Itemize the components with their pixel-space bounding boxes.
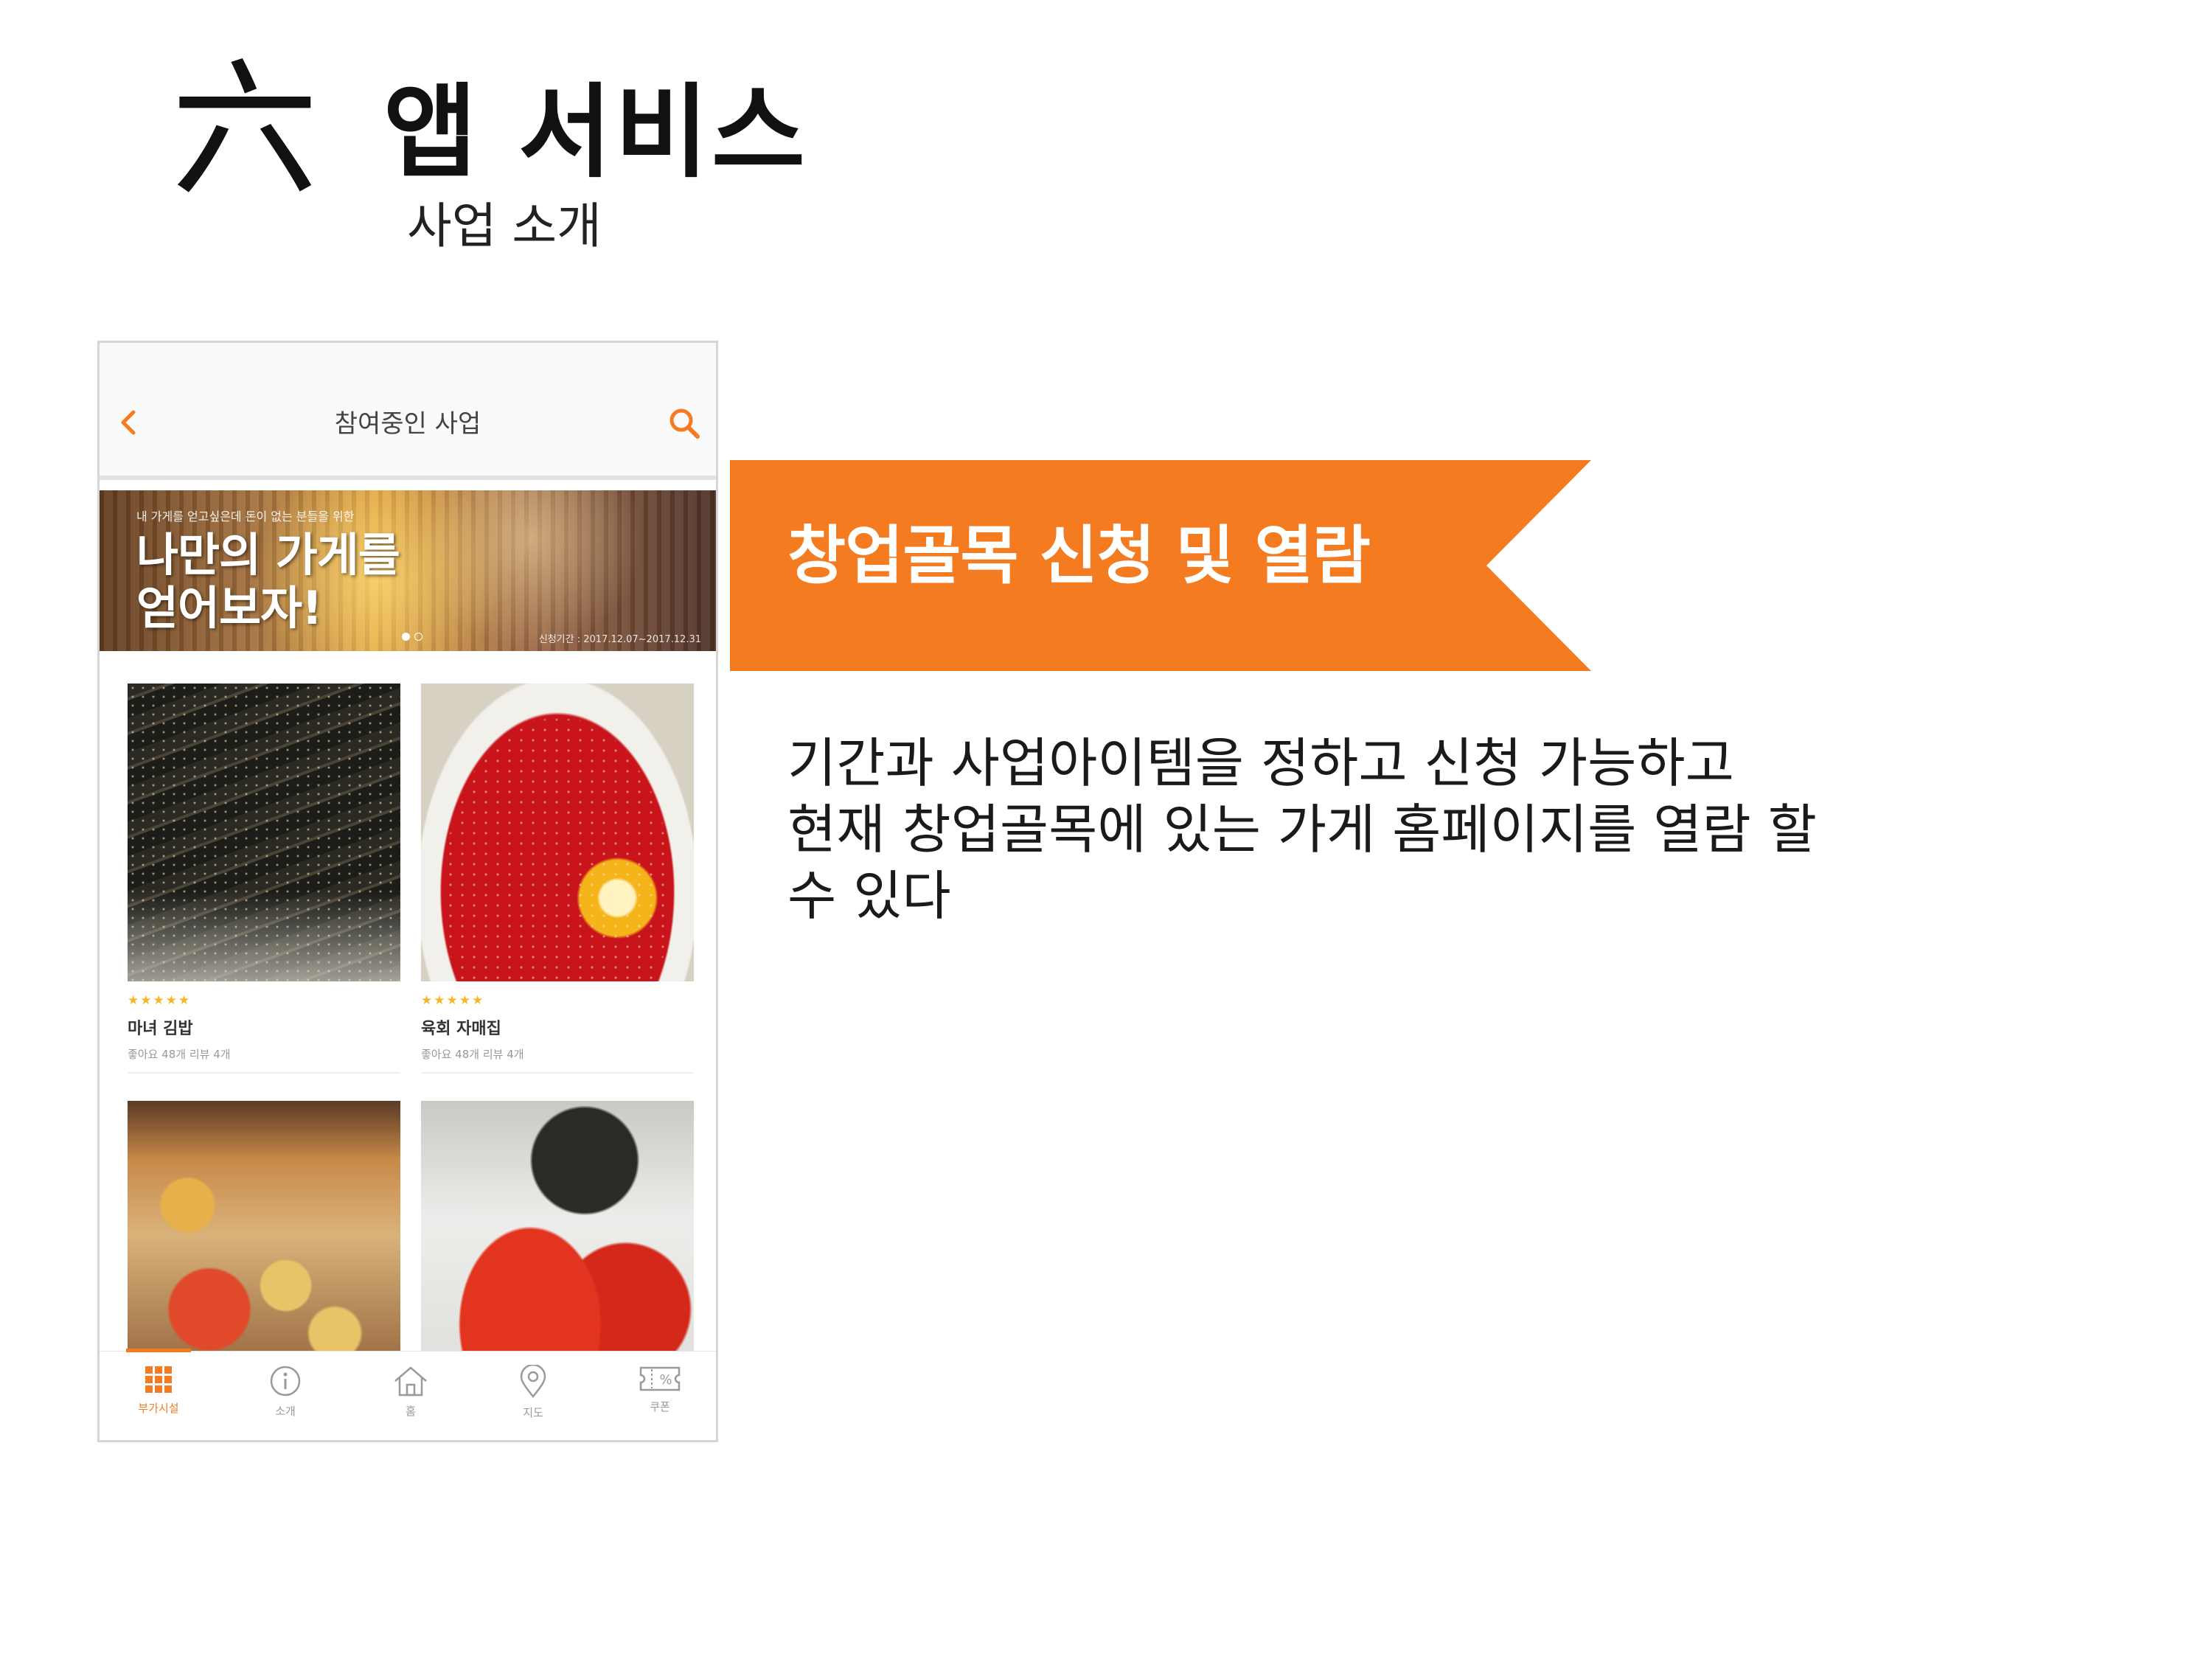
tab-facilities[interactable]: 부가시설 (107, 1365, 210, 1416)
divider (421, 1072, 694, 1074)
description-line: 수 있다 (787, 865, 951, 927)
banner-headline-line2: 얻어보자! (136, 581, 322, 635)
store-name[interactable]: 육회 자매집 (421, 1015, 694, 1039)
slide-title: 앱 서비스 (383, 72, 808, 192)
store-meta: 좋아요 48개 리뷰 4개 (421, 1048, 524, 1061)
carousel-dot[interactable] (414, 633, 422, 641)
coupon-icon: % (639, 1366, 681, 1391)
svg-text:%: % (659, 1372, 672, 1388)
feature-description: 기간과 사업아이템을 정하고 신청 가능하고 현재 창업골목에 있는 가게 홈페… (787, 730, 1893, 929)
banner-headline-line1: 나만의 가게를 (136, 528, 400, 582)
store-card[interactable]: ★ ★ ★ ★ ★ 마녀 김밥 좋아요 48개 리뷰 4개 (128, 684, 400, 1074)
banner-caption: 내 가게를 얻고싶은데 돈이 없는 분들을 위한 (136, 509, 355, 524)
grid-icon (145, 1366, 172, 1393)
star-icon: ★ (421, 993, 433, 1008)
star-icon: ★ (178, 993, 190, 1008)
store-name[interactable]: 마녀 김밥 (128, 1015, 400, 1039)
star-icon: ★ (153, 993, 164, 1008)
hanja-number: 六 (171, 45, 319, 217)
carousel-dot[interactable] (402, 633, 410, 641)
app-header: 참여중인 사업 (100, 343, 716, 480)
star-icon: ★ (165, 993, 177, 1008)
tab-map[interactable]: 지도 (481, 1365, 585, 1420)
description-line: 기간과 사업아이템을 정하고 신청 가능하고 (787, 732, 1734, 794)
store-meta: 좋아요 48개 리뷰 4개 (128, 1048, 231, 1061)
tab-about[interactable]: 소개 (234, 1365, 337, 1419)
slide-subtitle: 사업 소개 (407, 198, 602, 254)
store-photo[interactable] (128, 684, 400, 981)
promo-banner[interactable]: 내 가게를 얻고싶은데 돈이 없는 분들을 위한 나만의 가게를 얻어보자! 신… (100, 490, 716, 651)
bottom-tab-bar: 부가시설 소개 홈 지도 % 쿠폰 (100, 1349, 716, 1440)
tab-label: 부가시설 (138, 1402, 179, 1415)
rating-stars: ★ ★ ★ ★ ★ (128, 993, 400, 1008)
tab-home[interactable]: 홈 (359, 1365, 462, 1419)
map-pin-icon (520, 1365, 546, 1399)
description-line: 현재 창업골목에 있는 가게 홈페이지를 열람 할 (787, 799, 1817, 860)
banner-headline: 나만의 가게를 얻어보자! (136, 529, 400, 635)
carousel-dots[interactable] (402, 630, 427, 644)
store-card[interactable]: ★ ★ ★ ★ ★ 육회 자매집 좋아요 48개 리뷰 4개 (421, 684, 694, 1074)
page-title: 참여중인 사업 (334, 409, 481, 439)
star-icon: ★ (128, 993, 139, 1008)
tab-label: 홈 (406, 1405, 416, 1418)
info-icon (270, 1366, 301, 1397)
star-icon: ★ (446, 993, 458, 1008)
banner-period: 신청기간 : 2017.12.07~2017.12.31 (538, 634, 701, 645)
tab-coupon[interactable]: % 쿠폰 (608, 1365, 712, 1414)
tab-label: 소개 (275, 1405, 296, 1418)
active-tab-indicator (126, 1349, 191, 1352)
star-icon: ★ (140, 993, 152, 1008)
rating-stars: ★ ★ ★ ★ ★ (421, 993, 694, 1008)
search-icon[interactable] (666, 405, 703, 442)
home-icon (394, 1366, 427, 1397)
tab-label: 쿠폰 (650, 1400, 670, 1413)
star-icon: ★ (459, 993, 470, 1008)
divider (128, 1072, 400, 1074)
ribbon-heading: 창업골목 신청 및 열람 (787, 519, 1371, 593)
tab-label: 지도 (523, 1406, 543, 1419)
phone-screenshot: 참여중인 사업 내 가게를 얻고싶은데 돈이 없는 분들을 위한 나만의 가게를… (97, 341, 718, 1442)
star-icon: ★ (434, 993, 445, 1008)
star-icon: ★ (472, 993, 484, 1008)
store-photo[interactable] (421, 684, 694, 981)
